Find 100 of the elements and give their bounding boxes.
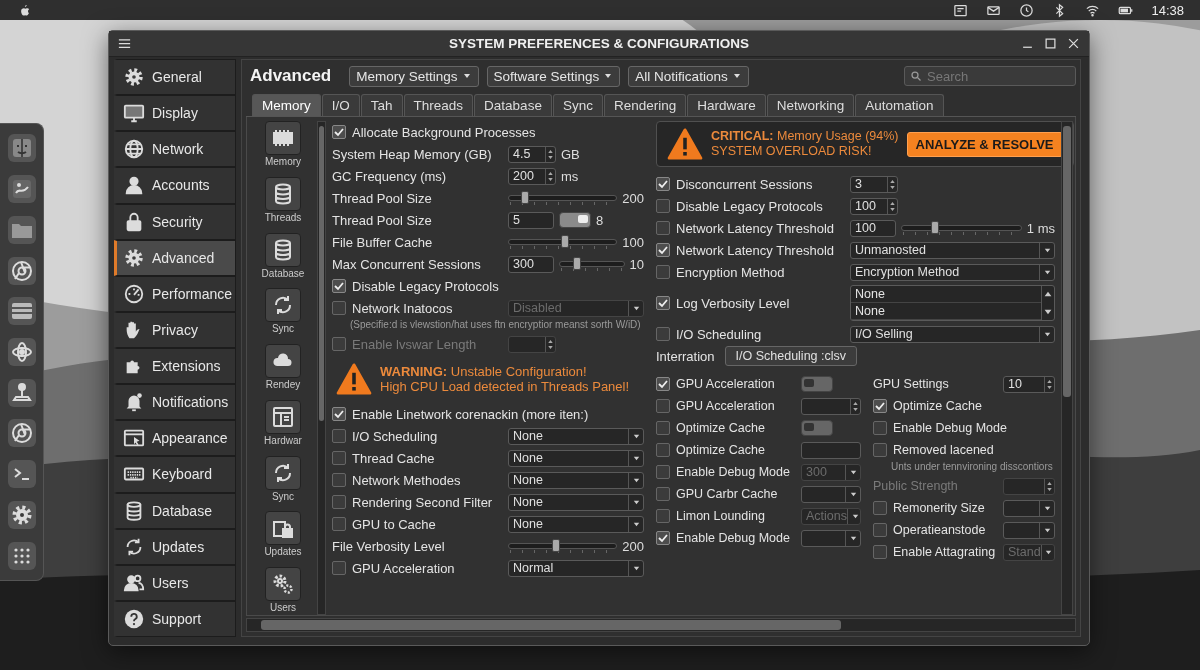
tab[interactable]: Automation: [855, 94, 944, 116]
checkbox[interactable]: [656, 377, 670, 391]
checkbox[interactable]: [332, 429, 346, 443]
sidebar-item[interactable]: Extensions: [114, 348, 236, 385]
spin-arrows-icon[interactable]: [1044, 376, 1054, 392]
sidebar-item[interactable]: Advanced: [114, 239, 236, 276]
slider-thumb[interactable]: [560, 235, 569, 248]
sidebar-item[interactable]: Performance: [114, 275, 236, 312]
tab[interactable]: Networking: [766, 94, 855, 116]
slider-thumb[interactable]: [930, 221, 939, 234]
number-field[interactable]: 3: [850, 175, 898, 193]
toggle-switch[interactable]: [559, 212, 591, 228]
search-field[interactable]: Search: [904, 66, 1076, 86]
tab[interactable]: I/O: [321, 94, 360, 116]
checkbox[interactable]: [332, 279, 346, 293]
slider[interactable]: [508, 190, 618, 206]
browser-icon[interactable]: [7, 419, 36, 448]
number-field[interactable]: 10: [1003, 375, 1055, 393]
checkbox[interactable]: [656, 509, 670, 523]
sidebar-item[interactable]: Keyboard: [114, 456, 236, 493]
maximize-button[interactable]: [1043, 36, 1058, 51]
close-button[interactable]: [1066, 36, 1081, 51]
slider[interactable]: [508, 234, 618, 250]
dropdown-button[interactable]: All Notifications: [628, 65, 749, 87]
checkbox[interactable]: [656, 443, 670, 457]
tool-button[interactable]: [265, 288, 301, 323]
tool-button[interactable]: [265, 121, 301, 155]
checkbox[interactable]: [656, 265, 670, 279]
sidebar-item[interactable]: Display: [114, 95, 236, 132]
sidebar-item[interactable]: General: [114, 59, 236, 96]
checkbox[interactable]: [656, 421, 670, 435]
sidebar-item[interactable]: Database: [114, 492, 236, 529]
number-field[interactable]: 100: [850, 197, 898, 215]
checkbox[interactable]: [656, 327, 670, 341]
tab[interactable]: Memory: [252, 94, 321, 116]
dropdown-button[interactable]: Software Settings: [486, 65, 621, 87]
spin-arrows-icon[interactable]: [887, 198, 897, 214]
checkbox[interactable]: [873, 443, 887, 457]
spin-arrows-icon[interactable]: [887, 176, 897, 192]
scrollbar[interactable]: [1061, 121, 1073, 615]
tab[interactable]: Threads: [403, 94, 474, 116]
checkbox[interactable]: [332, 301, 346, 315]
toggle-switch[interactable]: [801, 420, 833, 436]
input-field[interactable]: 100: [850, 219, 896, 237]
photo-icon[interactable]: [7, 175, 36, 204]
tool-button[interactable]: [265, 455, 301, 490]
dropdown[interactable]: Encryption Method: [850, 263, 1055, 281]
checkbox[interactable]: [656, 465, 670, 479]
sidebar-item[interactable]: Network: [114, 131, 236, 168]
slider-thumb[interactable]: [552, 539, 561, 552]
browser-icon[interactable]: [7, 256, 36, 285]
action-button[interactable]: ANALYZE & RESOLVE: [906, 131, 1063, 157]
dropdown[interactable]: None: [508, 449, 644, 467]
scroll-arrows-icon[interactable]: [1041, 286, 1054, 320]
list-option[interactable]: None: [851, 286, 1041, 303]
checkbox[interactable]: [332, 495, 346, 509]
terminal-icon[interactable]: [7, 460, 36, 489]
checkbox[interactable]: [656, 531, 670, 545]
checkbox[interactable]: [332, 561, 346, 575]
checkbox[interactable]: [656, 399, 670, 413]
dropdown[interactable]: I/O Selling: [850, 325, 1055, 343]
dropdown[interactable]: None: [508, 471, 644, 489]
slider[interactable]: [559, 256, 625, 272]
tool-button[interactable]: [265, 232, 301, 267]
checkbox[interactable]: [873, 501, 887, 515]
sidebar-item[interactable]: Support: [114, 600, 236, 637]
checkbox[interactable]: [873, 421, 887, 435]
checkbox[interactable]: [873, 399, 887, 413]
list-option[interactable]: None: [851, 303, 1041, 320]
sidebar-item[interactable]: Appearance: [114, 420, 236, 457]
sidebar-item[interactable]: Users: [114, 564, 236, 601]
tool-button[interactable]: [265, 511, 301, 546]
tab[interactable]: Sync: [552, 94, 603, 116]
tab[interactable]: Hardware: [687, 94, 766, 116]
tool-button[interactable]: [265, 344, 301, 378]
sidebar-item[interactable]: Accounts: [114, 167, 236, 204]
tool-button[interactable]: [265, 399, 301, 434]
tab[interactable]: Database: [474, 94, 552, 116]
folder-icon[interactable]: [7, 215, 36, 244]
finder-face-icon[interactable]: [7, 134, 36, 163]
checkbox[interactable]: [332, 451, 346, 465]
checkbox[interactable]: [332, 125, 346, 139]
checkbox[interactable]: [332, 517, 346, 531]
dropdown[interactable]: Unmanosted: [850, 241, 1055, 259]
checkbox[interactable]: [656, 177, 670, 191]
checkbox[interactable]: [332, 407, 346, 421]
sidebar-item[interactable]: Security: [114, 203, 236, 240]
toggle-switch[interactable]: [801, 376, 833, 392]
spin-arrows-icon[interactable]: [850, 398, 860, 414]
dropdown[interactable]: None: [508, 427, 644, 445]
spin-arrows-icon[interactable]: [545, 146, 555, 162]
sidebar-item[interactable]: Privacy: [114, 311, 236, 348]
list-box[interactable]: None None: [850, 285, 1055, 321]
stack-icon[interactable]: [7, 297, 36, 326]
input-field[interactable]: [801, 441, 861, 459]
input-field[interactable]: 300: [508, 255, 554, 273]
tab[interactable]: Rendering: [603, 94, 687, 116]
scrollbar[interactable]: [317, 121, 326, 615]
slider-thumb[interactable]: [573, 257, 582, 270]
tool-button[interactable]: [265, 567, 301, 601]
